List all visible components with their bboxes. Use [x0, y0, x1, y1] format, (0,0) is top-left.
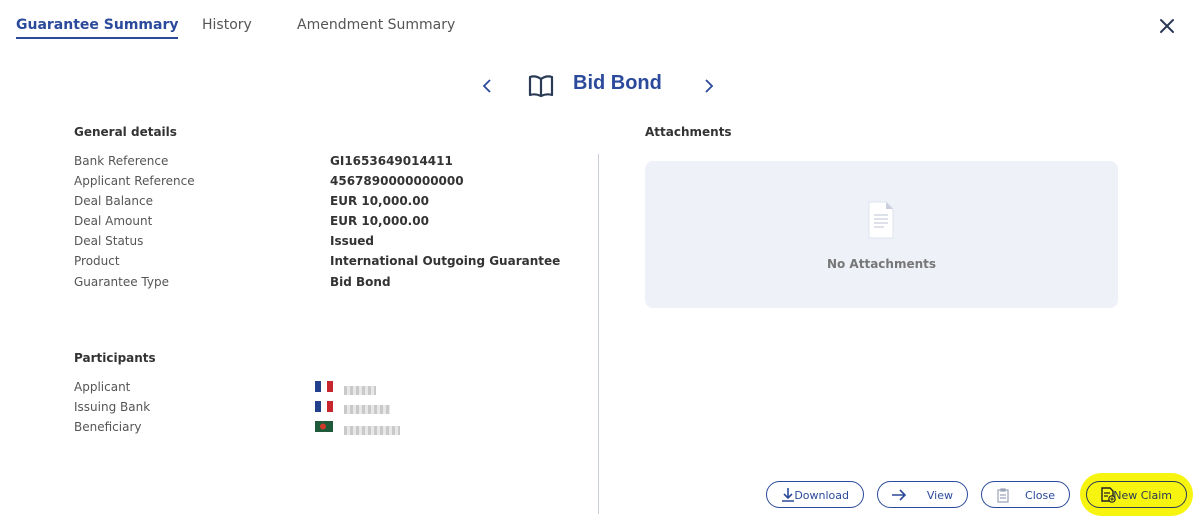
tab-amendment-summary[interactable]: Amendment Summary: [297, 17, 455, 33]
view-button[interactable]: View: [877, 481, 968, 508]
value-bank-reference: GI1653649014411: [330, 154, 453, 168]
redacted-issuing-bank-name: [344, 405, 390, 414]
title-row: Bid Bond: [0, 68, 1197, 104]
redacted-applicant-name: [344, 386, 376, 395]
clipboard-icon: [997, 488, 1009, 503]
close-button[interactable]: Close: [981, 481, 1070, 508]
tab-guarantee-summary[interactable]: Guarantee Summary: [16, 17, 179, 39]
attachments-panel: No Attachments: [645, 161, 1118, 308]
general-details-heading: General details: [74, 125, 177, 139]
label-deal-status: Deal Status: [74, 234, 144, 248]
tab-history[interactable]: History: [202, 17, 252, 33]
tab-bar: Guarantee Summary History Amendment Summ…: [0, 0, 1197, 50]
attachments-heading: Attachments: [645, 125, 732, 139]
value-deal-balance: EUR 10,000.00: [330, 194, 429, 208]
new-claim-label: New Claim: [1113, 489, 1172, 502]
value-deal-status: Issued: [330, 234, 375, 248]
france-flag-icon: [315, 401, 333, 412]
label-bank-reference: Bank Reference: [74, 154, 169, 168]
book-icon: [528, 75, 554, 98]
chevron-left-icon[interactable]: [480, 76, 494, 96]
no-attachments-text: No Attachments: [826, 257, 937, 271]
label-applicant-reference: Applicant Reference: [74, 174, 195, 188]
redacted-beneficiary-name: [344, 426, 400, 435]
label-issuing-bank: Issuing Bank: [74, 400, 151, 414]
close-label: Close: [1025, 489, 1055, 502]
page-title: Bid Bond: [573, 72, 662, 94]
value-guarantee-type: Bid Bond: [330, 275, 391, 289]
label-product: Product: [74, 254, 120, 268]
value-applicant-reference: 4567890000000000: [330, 174, 464, 188]
arrow-right-icon: [892, 489, 907, 501]
label-deal-balance: Deal Balance: [74, 194, 153, 208]
close-icon[interactable]: [1157, 16, 1177, 36]
document-icon: [868, 201, 894, 239]
bangladesh-flag-icon: [315, 421, 333, 432]
new-claim-button[interactable]: New Claim: [1086, 481, 1187, 508]
participants-heading: Participants: [74, 351, 156, 365]
column-divider: [598, 154, 599, 514]
view-label: View: [926, 489, 953, 502]
value-deal-amount: EUR 10,000.00: [330, 214, 429, 228]
chevron-right-icon[interactable]: [702, 76, 716, 96]
label-applicant: Applicant: [74, 380, 131, 394]
download-button[interactable]: Download: [766, 481, 864, 508]
label-guarantee-type: Guarantee Type: [74, 275, 169, 289]
label-beneficiary: Beneficiary: [74, 420, 142, 434]
value-product: International Outgoing Guarantee: [330, 254, 561, 268]
download-label: Download: [794, 489, 849, 502]
france-flag-icon: [315, 381, 333, 392]
label-deal-amount: Deal Amount: [74, 214, 153, 228]
